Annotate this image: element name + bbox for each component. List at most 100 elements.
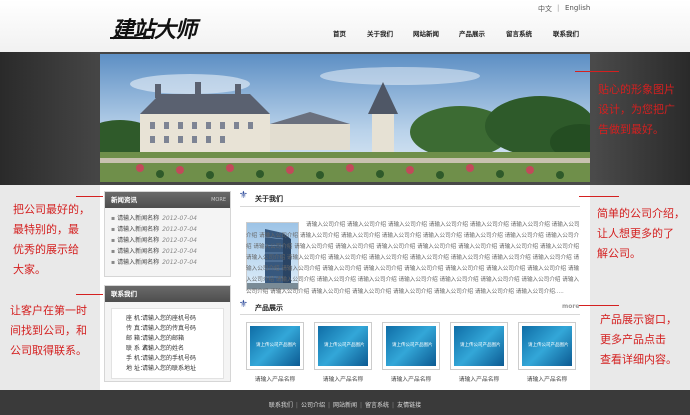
banner-callout: 贴心的形象图片 设计，为您把广 告做到最好。: [598, 80, 675, 140]
banner-callout-line-2: 设计，为您把广: [598, 103, 675, 116]
footer-link-news[interactable]: 网站新闻: [333, 402, 357, 409]
news-item-title: 请输入新闻名称: [117, 226, 160, 233]
footer-separator: |: [392, 402, 395, 409]
products-section-title: 产品展示: [255, 304, 283, 312]
about-section-divider: [240, 206, 580, 207]
lang-zh-link[interactable]: 中文: [538, 4, 552, 14]
product-name[interactable]: 请输入产品名称: [246, 374, 304, 383]
contact-value: 请输入您的传真号码: [142, 325, 197, 332]
news-item-title: 请输入新闻名称: [117, 259, 160, 266]
footer-link-friends[interactable]: 友情链接: [397, 402, 421, 409]
news-item-title: 请输入新闻名称: [117, 248, 160, 255]
footer-link-guestbook[interactable]: 留言系统: [365, 402, 389, 409]
products-section-divider: [240, 314, 580, 315]
nav-home[interactable]: 首页: [333, 28, 346, 38]
news-item[interactable]: ▪ 请输入新闻名称 2012-07-04: [105, 213, 230, 224]
product-image-text: 请上传公司产品图片: [460, 343, 501, 348]
bullet-icon: ▪: [111, 259, 116, 266]
news-callout-line-1: 把公司最好的，: [13, 203, 90, 216]
contact-phone-row: 座 机：请输入您的座机号码: [112, 314, 223, 324]
news-item[interactable]: ▪ 请输入新闻名称 2012-07-04: [105, 235, 230, 246]
products-callout: 产品展示窗口， 更多产品点击 查看详细内容。: [600, 310, 677, 370]
callout-line-about: [579, 196, 619, 197]
logo-underline: [110, 37, 150, 39]
product-card[interactable]: 请上传公司产品图片: [246, 322, 304, 370]
news-callout-line-2: 最特别的，最: [13, 223, 79, 236]
nav-about[interactable]: 关于我们: [367, 28, 393, 38]
footer-link-contact[interactable]: 联系我们: [269, 402, 293, 409]
footer-links: 联系我们 | 公司介绍 | 网站新闻 | 留言系统 | 友情链接: [0, 400, 690, 409]
footer-link-about[interactable]: 公司介绍: [301, 402, 325, 409]
about-callout-line-3: 解公司。: [597, 247, 641, 260]
contact-label: 传 真：: [126, 325, 146, 332]
product-name[interactable]: 请输入产品名称: [450, 374, 508, 383]
news-callout-line-4: 大家。: [13, 263, 46, 276]
product-image: 请上传公司产品图片: [454, 326, 504, 366]
products-callout-line-3: 查看详细内容。: [600, 353, 677, 366]
product-card[interactable]: 请上传公司产品图片: [518, 322, 576, 370]
contact-panel-header: 联系我们: [105, 286, 230, 302]
contact-value: 请输入您的座机号码: [142, 315, 197, 322]
contact-label: 座 机：: [126, 315, 146, 322]
nav-guestbook[interactable]: 留言系统: [506, 28, 532, 38]
product-image-text: 请上传公司产品图片: [256, 343, 297, 348]
news-item[interactable]: ▪ 请输入新闻名称 2012-07-04: [105, 257, 230, 268]
news-item[interactable]: ▪ 请输入新闻名称 2012-07-04: [105, 246, 230, 257]
products-callout-line-1: 产品展示窗口，: [600, 313, 677, 326]
contact-callout: 让客户在第一时 间找到公司，和 公司取得联系。: [10, 301, 87, 361]
news-panel: 新闻资讯 MORE ▪ 请输入新闻名称 2012-07-04 ▪ 请输入新闻名称 201…: [104, 191, 231, 277]
product-name[interactable]: 请输入产品名称: [518, 374, 576, 383]
news-item-date: 2012-07-04: [162, 237, 197, 244]
banner-image: [100, 54, 590, 182]
product-name[interactable]: 请输入产品名称: [382, 374, 440, 383]
castle-scene-image: [100, 54, 590, 182]
bullet-icon: ▪: [111, 226, 116, 233]
about-text: 请输入公司介绍 请输入公司介绍 请输入公司介绍 请输入公司介绍 请输入公司介绍 …: [246, 222, 580, 295]
news-more-link[interactable]: MORE: [211, 192, 226, 208]
bullet-icon: ▪: [111, 248, 116, 255]
contact-fax-row: 传 真：请输入您的传真号码: [112, 324, 223, 334]
contact-value: 请输入您的手机号码: [142, 355, 197, 362]
product-image-text: 请上传公司产品图片: [528, 343, 569, 348]
product-image-text: 请上传公司产品图片: [324, 343, 365, 348]
contact-callout-line-3: 公司取得联系。: [10, 344, 87, 357]
product-image: 请上传公司产品图片: [318, 326, 368, 366]
news-panel-header: 新闻资讯 MORE: [105, 192, 230, 208]
nav-news[interactable]: 网站新闻: [413, 28, 439, 38]
site-logo[interactable]: 建站大师: [112, 12, 197, 44]
products-more-link[interactable]: more: [562, 303, 579, 310]
product-name[interactable]: 请输入产品名称: [314, 374, 372, 383]
lang-en-link[interactable]: English: [565, 4, 590, 12]
contact-panel-title: 联系我们: [111, 290, 137, 298]
footer-separator: |: [327, 402, 330, 409]
contact-value: 请输入您的邮箱: [142, 335, 185, 342]
product-image-text: 请上传公司产品图片: [392, 343, 433, 348]
product-card[interactable]: 请上传公司产品图片: [382, 322, 440, 370]
contact-label: 地 址：: [126, 365, 146, 372]
lang-separator: |: [557, 4, 560, 12]
callout-line-news: [76, 196, 103, 197]
about-callout: 简单的公司介绍， 让人想更多的了 解公司。: [597, 204, 685, 264]
news-item-title: 请输入新闻名称: [117, 237, 160, 244]
nav-contact[interactable]: 联系我们: [553, 28, 579, 38]
fleur-de-lis-icon: ⚜: [239, 190, 248, 201]
contact-address-row: 地 址：请输入您的联系地址: [112, 364, 223, 374]
about-callout-line-2: 让人想更多的了: [597, 227, 674, 240]
news-item-date: 2012-07-04: [162, 259, 197, 266]
product-image: 请上传公司产品图片: [250, 326, 300, 366]
bullet-icon: ▪: [111, 215, 116, 222]
about-callout-line-1: 简单的公司介绍，: [597, 207, 685, 220]
products-callout-line-2: 更多产品点击: [600, 333, 666, 346]
news-callout: 把公司最好的， 最特别的，最 优秀的展示给 大家。: [13, 200, 90, 280]
contact-callout-line-1: 让客户在第一时: [10, 304, 87, 317]
bullet-icon: ▪: [111, 237, 116, 244]
news-item[interactable]: ▪ 请输入新闻名称 2012-07-04: [105, 224, 230, 235]
contact-value: 请输入您的姓名: [142, 345, 185, 352]
product-card[interactable]: 请上传公司产品图片: [314, 322, 372, 370]
nav-products[interactable]: 产品展示: [459, 28, 485, 38]
product-card[interactable]: 请上传公司产品图片: [450, 322, 508, 370]
callout-line-contact: [76, 294, 103, 295]
contact-mobile-row: 手 机：请输入您的手机号码: [112, 354, 223, 364]
contact-callout-line-2: 间找到公司，和: [10, 324, 87, 337]
news-item-date: 2012-07-04: [162, 248, 197, 255]
